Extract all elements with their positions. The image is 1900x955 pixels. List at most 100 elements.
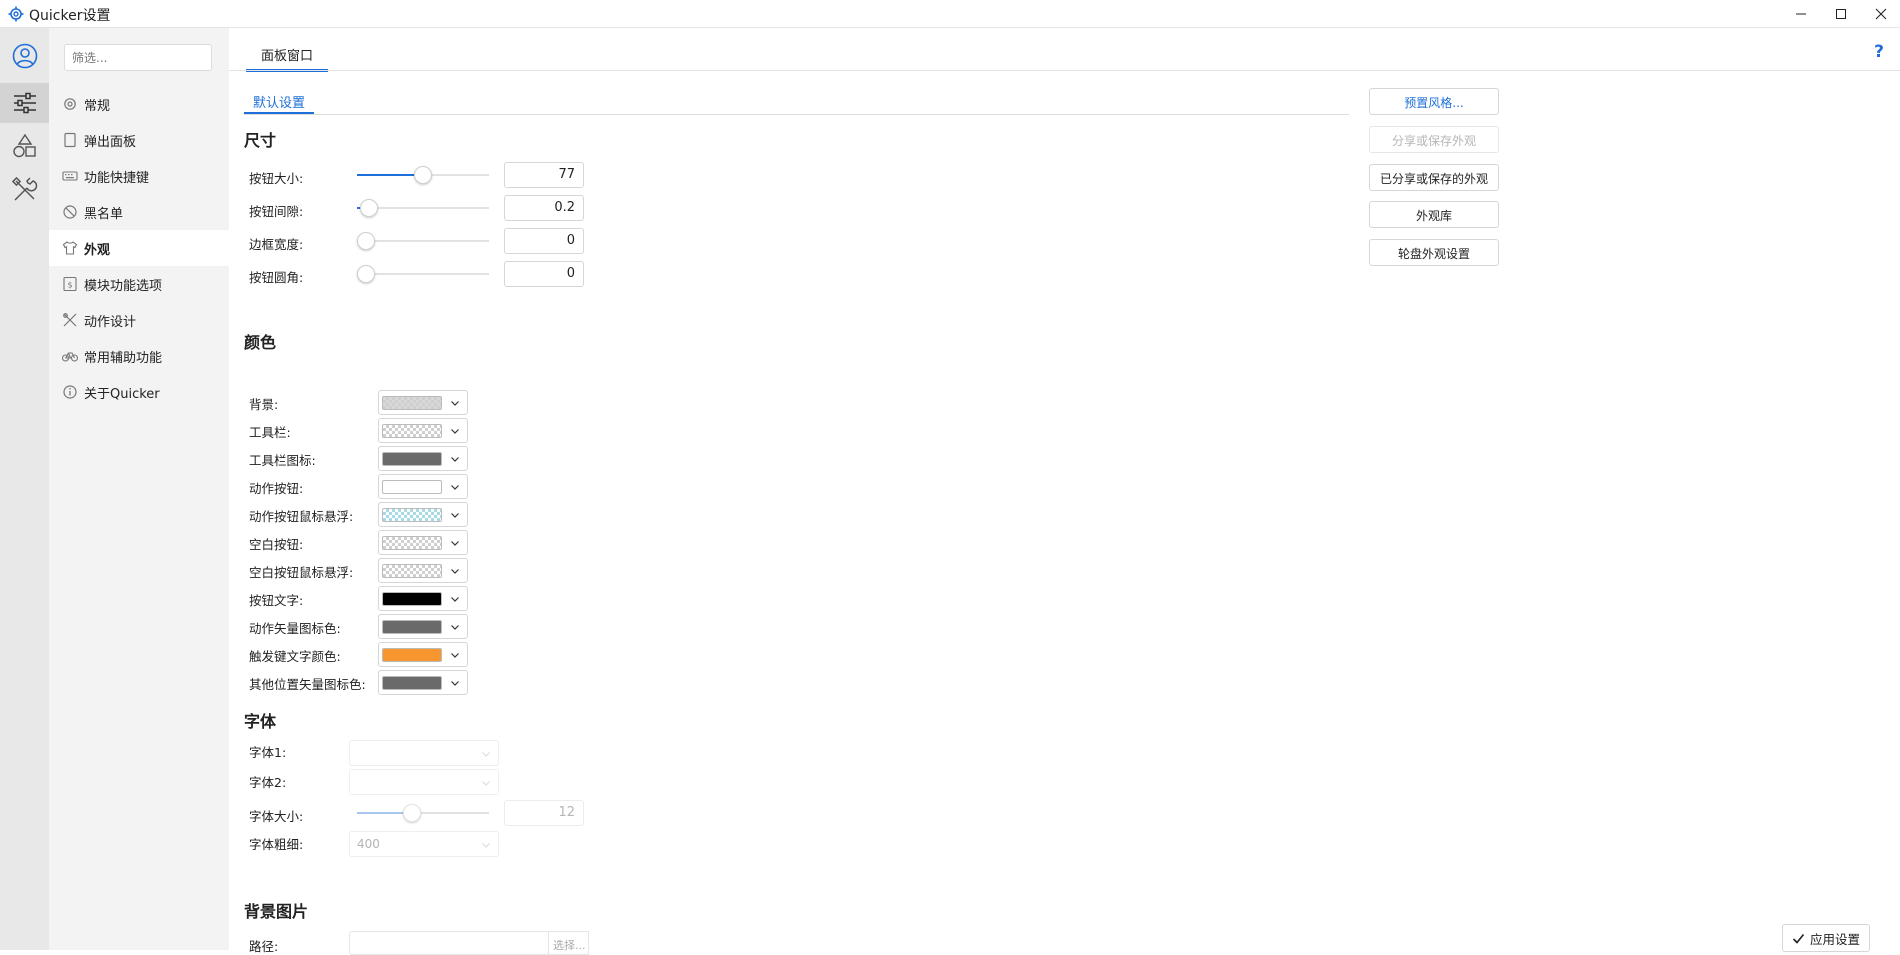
help-button[interactable]: ? [1874,42,1884,62]
nav-item-general[interactable]: 常规 [49,86,229,122]
chevron-down-icon [482,781,490,786]
font-weight-value: 400 [357,837,380,851]
color-picker[interactable] [378,614,468,639]
user-avatar-button[interactable] [0,36,49,76]
color-picker[interactable] [378,586,468,611]
button-size-label: 按钮大小: [249,171,304,186]
chevron-down-icon [451,653,459,658]
tab-default-settings[interactable]: 默认设置 [244,88,315,115]
size-section-title: 尺寸 [244,131,277,150]
font-weight-select[interactable]: 400 [349,831,499,857]
pick-button[interactable]: 选择... [548,931,589,955]
font-size-input[interactable]: 12 [504,800,584,826]
path-label: 路径: [249,939,279,954]
slider-thumb[interactable] [402,804,421,822]
tab-divider [229,70,1900,71]
nav-item-appearance[interactable]: 外观 [49,230,229,266]
slider-thumb[interactable] [414,166,432,184]
color-picker[interactable] [378,474,468,499]
tab-panel-window[interactable]: 面板窗口 [246,36,329,72]
appearance-library-button[interactable]: 外观库 [1369,201,1499,228]
nav-item-label: 功能快捷键 [84,170,150,186]
shirt-icon [62,241,78,255]
share-save-button[interactable]: 分享或保存外观 [1369,126,1499,153]
user-icon [12,43,37,69]
close-button[interactable] [1860,0,1900,28]
corner-radius-slider[interactable] [357,265,489,283]
shapes-icon [12,133,36,158]
shapes-button[interactable] [0,126,49,166]
font1-label: 字体1: [249,745,287,760]
color-row-label: 其他位置矢量图标色: [249,677,366,692]
path-input[interactable] [349,931,549,955]
font1-select[interactable] [349,740,499,766]
color-swatch [382,648,442,662]
color-swatch [382,424,442,438]
maximize-button[interactable] [1820,0,1862,28]
nav-item-action-design[interactable]: 动作设计 [49,302,229,338]
color-swatch [382,480,442,494]
button-size-input[interactable]: 77 [504,162,584,188]
color-picker[interactable] [378,670,468,695]
slider-thumb[interactable] [360,199,379,217]
nav-item-label: 常用辅助功能 [84,350,163,366]
border-width-input[interactable]: 0 [504,228,584,254]
font2-label: 字体2: [249,775,287,790]
border-width-slider[interactable] [357,232,489,250]
panel-icon [64,132,76,148]
color-row-label: 工具栏图标: [249,453,316,468]
wheel-appearance-button[interactable]: 轮盘外观设置 [1369,239,1499,266]
maximize-icon [1836,9,1846,19]
slider-thumb[interactable] [357,265,375,283]
color-section-title: 颜色 [244,333,277,352]
filter-input[interactable] [64,44,212,71]
minimize-button[interactable] [1780,0,1822,28]
nav-item-label: 黑名单 [84,206,124,222]
subtab-divider [244,114,1349,115]
slider-thumb[interactable] [357,232,375,250]
chevron-down-icon [451,457,459,462]
color-picker[interactable] [378,530,468,555]
color-swatch [382,536,442,550]
bg-image-section-title: 背景图片 [244,902,309,921]
chevron-down-icon [451,485,459,490]
color-swatch [382,564,442,578]
font-size-slider[interactable] [357,804,489,822]
color-row-label: 按钮文字: [249,593,304,608]
tools-icon [11,177,37,201]
nav-item-popup-panel[interactable]: 弹出面板 [49,122,229,158]
corner-radius-input[interactable]: 0 [504,261,584,287]
button-gap-label: 按钮间隙: [249,204,304,219]
color-picker[interactable] [378,558,468,583]
color-picker[interactable] [378,446,468,471]
nav-item-assist-tools[interactable]: 常用辅助功能 [49,338,229,374]
chevron-down-icon [482,752,490,757]
button-size-slider[interactable] [357,166,489,184]
tools-button[interactable] [0,170,49,210]
shared-saved-button[interactable]: 已分享或保存的外观 [1369,164,1499,191]
preset-style-button[interactable]: 预置风格... [1369,88,1499,115]
color-swatch [382,620,442,634]
nav-item-blacklist[interactable]: 黑名单 [49,194,229,230]
apply-settings-button[interactable]: 应用设置 [1782,924,1870,952]
chevron-down-icon [451,541,459,546]
color-row-label: 动作矢量图标色: [249,621,341,636]
font-weight-label: 字体粗细: [249,837,304,852]
nav-item-about[interactable]: 关于Quicker [49,374,229,410]
settings-sliders-button[interactable] [0,83,49,123]
border-width-label: 边框宽度: [249,237,304,252]
ban-icon [63,205,77,219]
color-picker[interactable] [378,502,468,527]
color-picker[interactable] [378,390,468,415]
button-gap-input[interactable]: 0.2 [504,195,584,221]
color-picker[interactable] [378,642,468,667]
color-row-label: 空白按钮鼠标悬浮: [249,565,354,580]
color-picker[interactable] [378,418,468,443]
svg-text:$: $ [67,281,72,290]
nav-item-hotkeys[interactable]: 功能快捷键 [49,158,229,194]
font2-select[interactable] [349,769,499,795]
design-icon [63,313,77,327]
nav-item-module-options[interactable]: $ 模块功能选项 [49,266,229,302]
button-gap-slider[interactable] [357,199,489,217]
chevron-down-icon [451,681,459,686]
